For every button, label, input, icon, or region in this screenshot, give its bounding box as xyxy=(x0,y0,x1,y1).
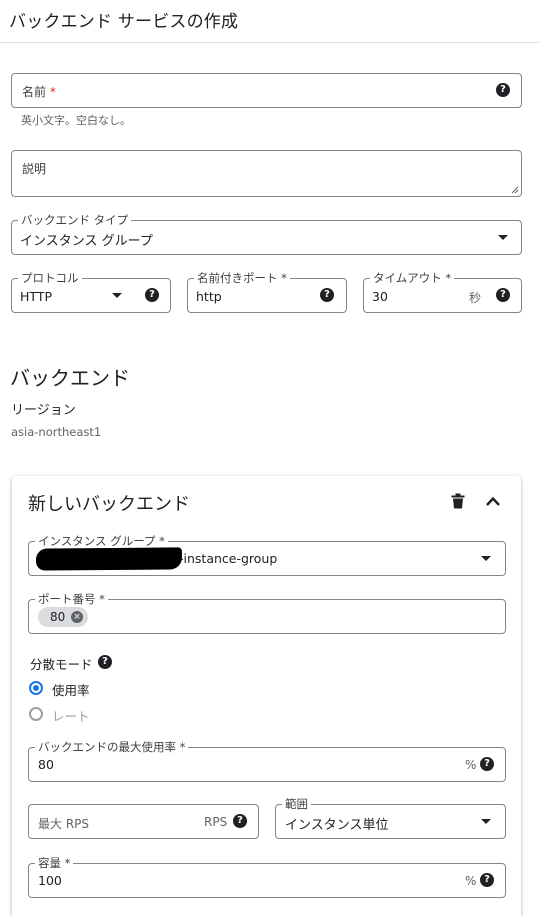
radio-utilization-label[interactable]: 使用率 xyxy=(52,680,90,699)
help-icon[interactable]: ? xyxy=(145,288,159,302)
page-header: バックエンド サービスの作成 xyxy=(0,0,539,43)
name-field-label: 名前 * xyxy=(22,85,56,99)
description-field-label: 説明 xyxy=(22,162,47,176)
max-utilization-label: バックエンドの最大使用率 * xyxy=(35,740,189,754)
trash-icon[interactable] xyxy=(451,493,465,509)
caret-down-icon xyxy=(481,819,491,824)
max-utilization-unit: % xyxy=(465,758,477,772)
region-value: asia-northeast1 xyxy=(11,425,102,439)
description-field[interactable]: 説明 xyxy=(11,150,522,197)
balancing-mode-label: 分散モード xyxy=(30,657,93,672)
scope-value: インスタンス単位 xyxy=(285,818,389,833)
resize-handle-icon[interactable] xyxy=(510,185,519,194)
scope-label: 範囲 xyxy=(282,797,311,811)
backends-section-title: バックエンド xyxy=(10,366,130,390)
timeout-label: タイムアウト * xyxy=(370,271,455,285)
caret-down-icon xyxy=(498,235,508,240)
protocol-label: プロトコル xyxy=(18,271,82,285)
max-rps-unit: RPS xyxy=(204,815,228,829)
port-chip-label: 80 xyxy=(50,610,66,624)
capacity-label: 容量 * xyxy=(35,856,74,870)
radio-rate[interactable] xyxy=(29,707,43,721)
port-numbers-label: ポート番号 * xyxy=(35,592,108,606)
new-backend-title: 新しいバックエンド xyxy=(28,494,190,515)
chip-remove-icon[interactable]: × xyxy=(71,611,83,623)
help-icon[interactable]: ? xyxy=(320,288,334,302)
instance-group-label: インスタンス グループ * xyxy=(35,534,168,548)
port-numbers-field[interactable]: ポート番号 * xyxy=(28,592,506,634)
max-utilization-value: 80 xyxy=(38,757,54,772)
page-title: バックエンド サービスの作成 xyxy=(9,12,239,32)
caret-down-icon xyxy=(112,293,122,298)
timeout-field[interactable]: タイムアウト * 30 秒 ? xyxy=(363,271,522,313)
region-label: リージョン xyxy=(11,403,76,418)
max-rps-field[interactable]: 最大 RPS RPS ? xyxy=(28,804,259,839)
help-icon[interactable]: ? xyxy=(98,655,112,669)
help-icon[interactable]: ? xyxy=(480,757,494,771)
help-icon[interactable]: ? xyxy=(480,873,494,887)
protocol-select[interactable]: プロトコル HTTP ? xyxy=(11,271,171,313)
name-field[interactable]: 名前 * ? xyxy=(11,73,522,108)
scope-select[interactable]: 範囲 インスタンス単位 xyxy=(275,797,506,839)
max-rps-placeholder: 最大 RPS xyxy=(38,817,90,831)
redacted-text xyxy=(35,547,183,571)
help-icon[interactable]: ? xyxy=(233,814,247,828)
radio-rate-label[interactable]: レート xyxy=(52,706,90,725)
name-field-hint: 英小文字。空白なし。 xyxy=(21,114,131,127)
timeout-unit: 秒 xyxy=(469,291,482,305)
capacity-value: 100 xyxy=(38,873,62,888)
backend-type-value: インスタンス グループ xyxy=(20,234,153,249)
radio-utilization[interactable] xyxy=(29,681,43,695)
timeout-value: 30 xyxy=(372,289,388,304)
help-icon[interactable]: ? xyxy=(496,83,510,97)
max-utilization-field[interactable]: バックエンドの最大使用率 * 80 % ? xyxy=(28,740,506,782)
named-port-value: http xyxy=(196,289,222,304)
chevron-up-icon[interactable] xyxy=(485,495,501,507)
named-port-label: 名前付きポート * xyxy=(194,271,290,285)
protocol-value: HTTP xyxy=(20,289,52,304)
backend-type-select[interactable]: バックエンド タイプ インスタンス グループ xyxy=(11,213,522,255)
capacity-unit: % xyxy=(465,874,477,888)
help-icon[interactable]: ? xyxy=(496,288,510,302)
backend-type-label: バックエンド タイプ xyxy=(18,213,132,227)
instance-group-value: -instance-group xyxy=(179,551,278,566)
caret-down-icon xyxy=(481,556,491,561)
capacity-field[interactable]: 容量 * 100 % ? xyxy=(28,856,506,898)
named-port-field[interactable]: 名前付きポート * http ? xyxy=(187,271,347,313)
